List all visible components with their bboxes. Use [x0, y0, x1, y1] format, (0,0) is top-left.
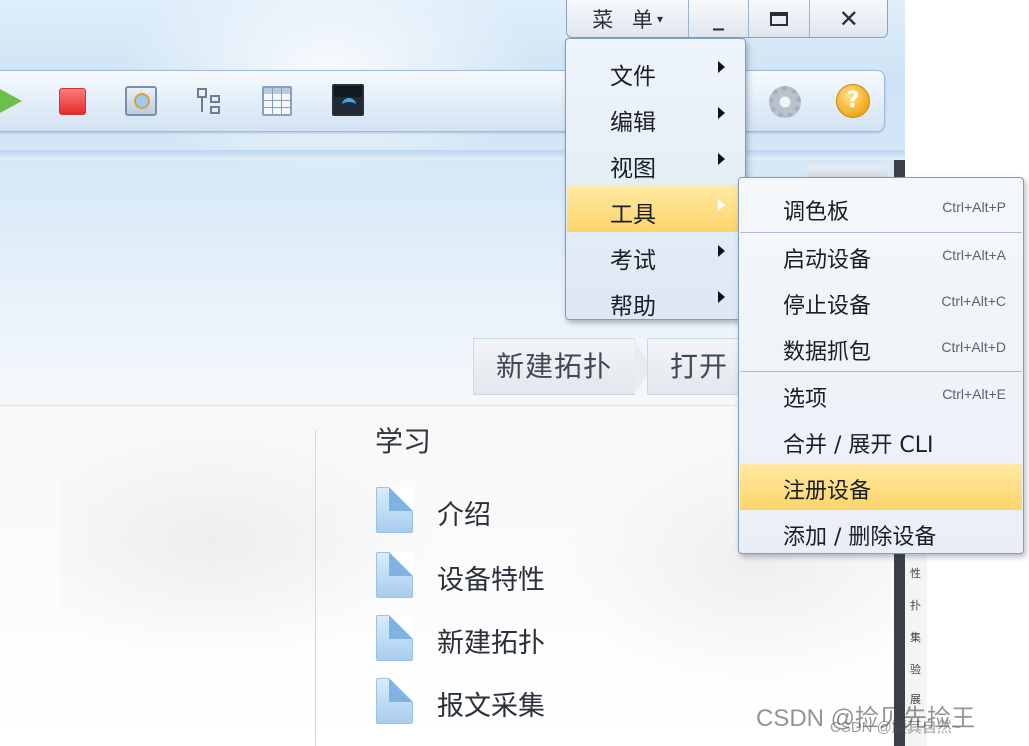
minimize-button[interactable]: _ [689, 0, 749, 37]
learn-item-label: 新建拓扑 [437, 628, 545, 659]
submenu-arrow-icon [718, 199, 725, 211]
menu-item-label: 帮助 [610, 294, 656, 320]
help-icon[interactable]: ? [836, 84, 870, 118]
learn-item-label: 介绍 [437, 500, 491, 531]
menu-item-label: 编辑 [610, 110, 656, 136]
menu-item-label: 考试 [610, 248, 656, 274]
window-controls: 菜 单 ▾ _ ✕ [566, 0, 888, 38]
submenu-item-label: 添加 / 删除设备 [783, 525, 937, 550]
submenu-item-stop-device[interactable]: 停止设备 Ctrl+Alt+C [740, 279, 1022, 325]
menu-item-help[interactable]: 帮助 [567, 278, 744, 324]
menu-item-view[interactable]: 视图 [567, 140, 744, 186]
shortcut-label: Ctrl+Alt+E [942, 386, 1006, 402]
menu-item-label: 工具 [610, 202, 656, 228]
new-topology-tab[interactable]: 新建拓扑 [473, 338, 653, 395]
submenu-item-label: 注册设备 [783, 479, 872, 504]
open-tab[interactable]: 打开 [647, 338, 769, 395]
submenu-item-register-device[interactable]: 注册设备 [740, 464, 1022, 510]
submenu-item-palette[interactable]: 调色板 Ctrl+Alt+P [740, 185, 1022, 231]
submenu-item-label: 选项 [783, 387, 828, 412]
side-panel-text: 验 [910, 663, 921, 676]
maximize-icon [770, 11, 789, 26]
submenu-item-merge-expand-cli[interactable]: 合并 / 展开 CLI [740, 418, 1022, 464]
submenu-arrow-icon [718, 291, 725, 303]
submenu-item-label: 启动设备 [783, 248, 872, 273]
screen-icon[interactable] [332, 84, 364, 116]
shortcut-label: Ctrl+Alt+D [941, 339, 1006, 355]
menu-button[interactable]: 菜 单 ▾ [567, 0, 690, 37]
screen: ? 菜 单 ▾ _ ✕ 新建拓扑 打开 学习 介绍 设备特性 新建拓扑 报文采集… [0, 0, 1029, 746]
menu-item-exam[interactable]: 考试 [567, 232, 744, 278]
capture-icon[interactable] [125, 86, 157, 116]
document-icon [376, 615, 413, 661]
submenu-arrow-icon [718, 153, 725, 165]
submenu-item-add-remove-device[interactable]: 添加 / 删除设备 [740, 510, 1022, 556]
content-divider [315, 430, 316, 746]
main-menu-dropdown: 文件 编辑 视图 工具 考试 帮助 [565, 38, 746, 320]
stop-icon[interactable] [59, 88, 86, 115]
submenu-item-label: 合并 / 展开 CLI [783, 433, 934, 458]
menu-item-label: 视图 [610, 156, 656, 182]
watermark: CSDN @顺其自然~ [830, 719, 961, 736]
topology-icon[interactable] [195, 86, 225, 116]
submenu-arrow-icon [718, 107, 725, 119]
submenu-item-label: 调色板 [783, 200, 850, 225]
menu-item-edit[interactable]: 编辑 [567, 94, 744, 140]
menu-item-file[interactable]: 文件 [567, 48, 744, 94]
close-button[interactable]: ✕ [810, 0, 887, 37]
minimize-icon: _ [713, 6, 725, 31]
shortcut-label: Ctrl+Alt+C [941, 293, 1006, 309]
shortcut-label: Ctrl+Alt+P [942, 199, 1006, 215]
grid-icon[interactable] [262, 86, 292, 116]
menu-item-label: 文件 [610, 64, 656, 90]
document-icon [376, 487, 413, 533]
quick-action-tabs: 新建拓扑 打开 [473, 338, 769, 395]
menu-button-label: 菜 单 [592, 7, 659, 32]
submenu-item-label: 数据抓包 [783, 340, 872, 365]
side-panel-text: 集 [910, 631, 921, 644]
submenu-item-options[interactable]: 选项 Ctrl+Alt+E [740, 372, 1022, 418]
submenu-item-label: 停止设备 [783, 294, 872, 319]
learn-item-label: 报文采集 [437, 691, 545, 722]
learn-item-label: 设备特性 [437, 565, 545, 596]
play-icon[interactable] [0, 86, 30, 116]
side-panel-text: 扑 [910, 599, 921, 612]
tools-submenu: 调色板 Ctrl+Alt+P 启动设备 Ctrl+Alt+A 停止设备 Ctrl… [738, 177, 1024, 554]
learn-section-title: 学习 [375, 425, 432, 458]
panel-header-strip [807, 165, 887, 177]
maximize-button[interactable] [749, 0, 811, 37]
close-icon: ✕ [838, 4, 859, 33]
document-icon [376, 678, 413, 724]
shortcut-label: Ctrl+Alt+A [942, 247, 1006, 263]
chevron-down-icon: ▾ [656, 11, 663, 26]
submenu-arrow-icon [718, 61, 725, 73]
gear-icon[interactable] [769, 86, 801, 118]
side-panel-text: 性 [910, 567, 921, 580]
menu-item-tools[interactable]: 工具 [567, 186, 744, 232]
submenu-arrow-icon [718, 245, 725, 257]
document-icon [376, 552, 413, 598]
submenu-item-start-device[interactable]: 启动设备 Ctrl+Alt+A [740, 233, 1022, 279]
submenu-item-packet-capture[interactable]: 数据抓包 Ctrl+Alt+D [740, 325, 1022, 371]
